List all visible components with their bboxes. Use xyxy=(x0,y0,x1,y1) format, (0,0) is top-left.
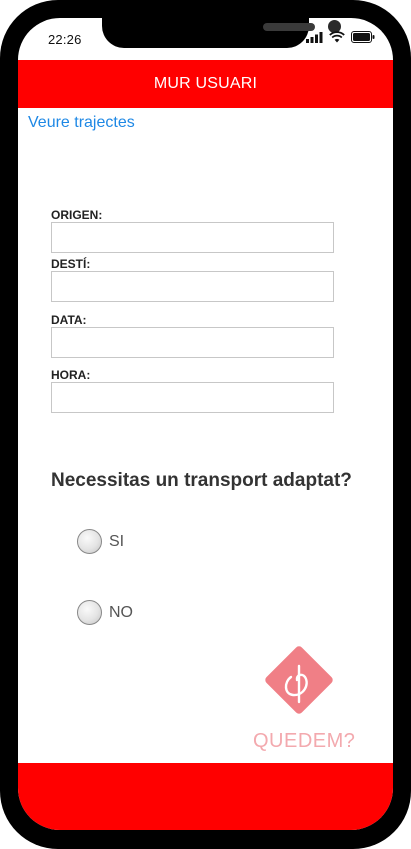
time-label: HORA: xyxy=(51,368,91,382)
view-trips-link[interactable]: Veure trajectes xyxy=(28,114,135,132)
destination-input[interactable] xyxy=(51,271,334,302)
origin-input[interactable] xyxy=(51,222,334,253)
logo-text: QUEDEM? xyxy=(253,730,356,752)
speaker-grille xyxy=(263,23,315,31)
wifi-icon xyxy=(329,31,345,43)
date-input[interactable] xyxy=(51,327,334,358)
app-screen: 22:26 MUR USUARI Veure trajectes ORIGEN:… xyxy=(18,18,393,830)
phone-notch xyxy=(102,18,341,48)
signal-icon xyxy=(306,31,323,43)
adapted-transport-question: Necessitas un transport adaptat? xyxy=(51,470,352,491)
option-yes-label: SI xyxy=(109,532,125,550)
date-label: DATA: xyxy=(51,313,87,327)
status-icons xyxy=(306,31,375,43)
app-header: MUR USUARI xyxy=(18,60,393,108)
option-yes[interactable]: SI xyxy=(77,529,124,554)
app-footer xyxy=(18,763,393,830)
time-input[interactable] xyxy=(51,382,334,413)
radio-yes[interactable] xyxy=(77,529,102,554)
radio-no[interactable] xyxy=(77,600,102,625)
status-time: 22:26 xyxy=(48,32,82,47)
destination-label: DESTÍ: xyxy=(51,257,91,271)
option-no-label: NO xyxy=(109,603,133,621)
origin-label: ORIGEN: xyxy=(51,208,103,222)
battery-icon xyxy=(351,31,375,43)
phone-frame: 22:26 MUR USUARI Veure trajectes ORIGEN:… xyxy=(0,0,411,849)
page-title: MUR USUARI xyxy=(153,75,258,92)
logo-mark-icon xyxy=(284,664,308,704)
app-logo: QUEDEM? xyxy=(251,644,361,754)
option-no[interactable]: NO xyxy=(77,600,133,625)
